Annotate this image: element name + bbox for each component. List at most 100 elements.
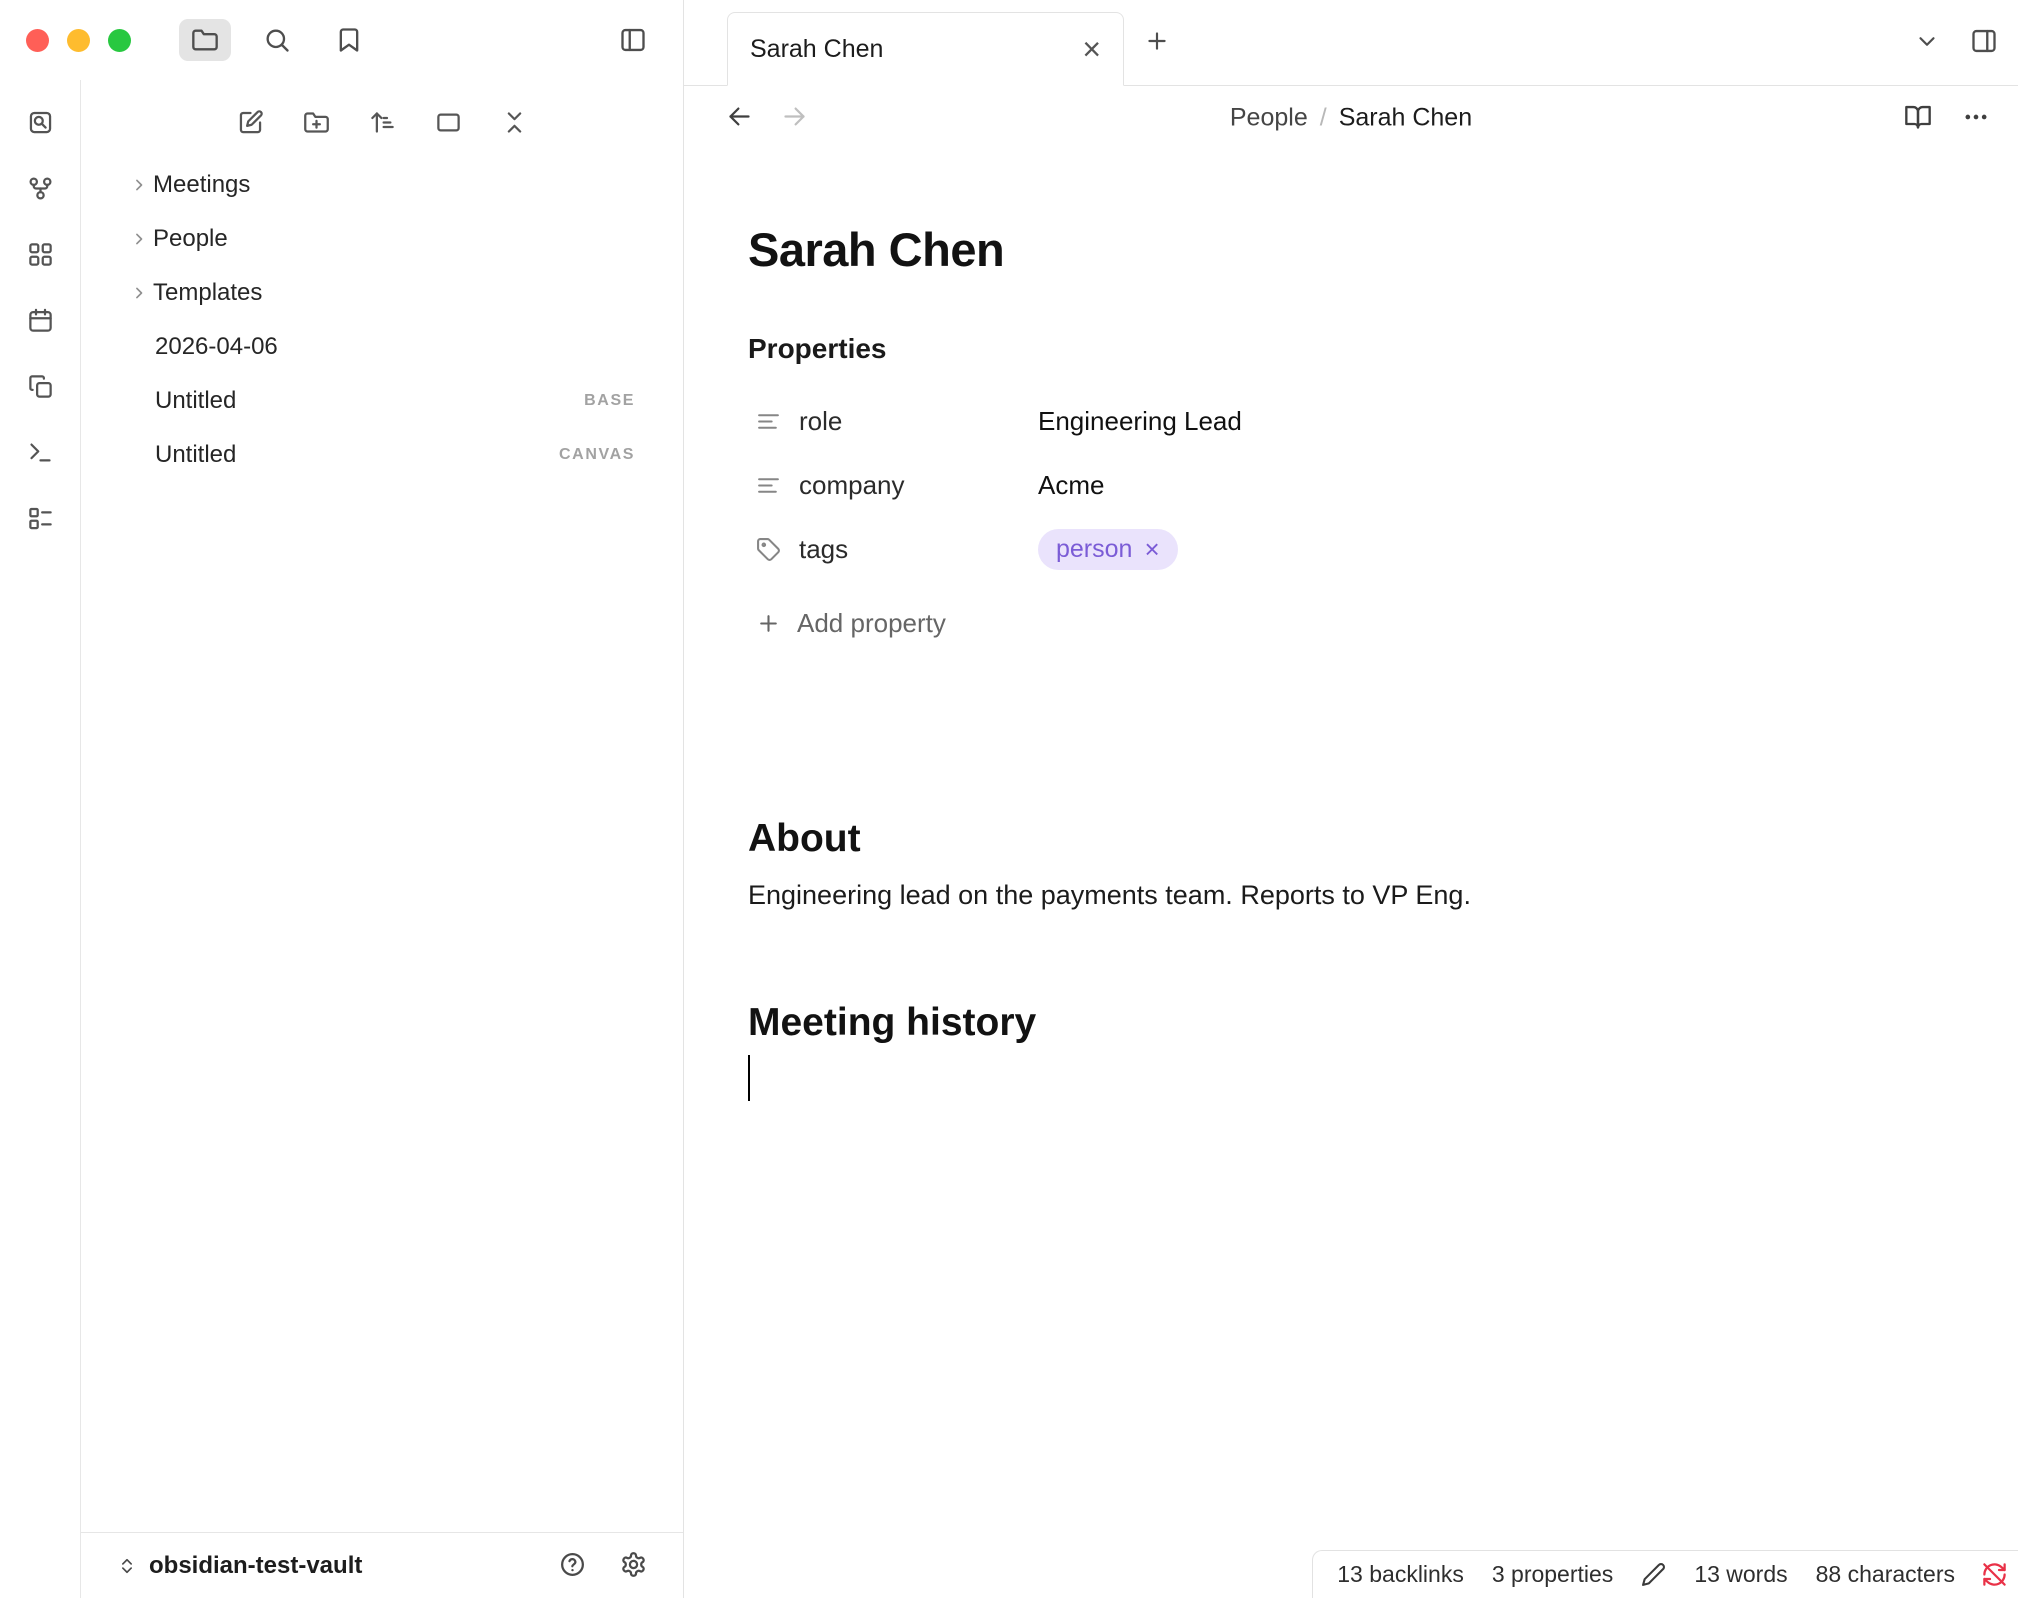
tree-item-label: Untitled	[155, 387, 236, 415]
new-note-button[interactable]	[236, 108, 264, 136]
navigate-forward-button[interactable]	[781, 103, 808, 133]
book-open-icon	[1904, 103, 1932, 131]
titlebar	[0, 0, 683, 80]
bookmark-icon	[335, 26, 363, 54]
layout-list-ribbon-button[interactable]	[26, 504, 54, 532]
terminal-ribbon-button[interactable]	[26, 438, 54, 466]
reading-view-button[interactable]	[1904, 103, 1932, 134]
meeting-history-heading[interactable]: Meeting history	[748, 1001, 1958, 1045]
vault-switcher[interactable]: obsidian-test-vault	[117, 1552, 362, 1580]
file-search-ribbon-button[interactable]	[26, 108, 54, 136]
view-actions	[1904, 103, 1990, 134]
word-count: 13 words	[1694, 1561, 1787, 1588]
about-body[interactable]: Engineering lead on the payments team. R…	[748, 877, 1958, 913]
toggle-left-sidebar-button[interactable]	[607, 19, 659, 61]
plus-icon	[1144, 28, 1170, 54]
character-count: 88 characters	[1816, 1561, 1955, 1588]
plus-icon	[756, 611, 781, 636]
files-tab-button[interactable]	[179, 19, 231, 61]
backlinks-status[interactable]: 13 backlinks	[1337, 1561, 1464, 1588]
help-button[interactable]	[559, 1551, 586, 1581]
minimize-window-button[interactable]	[67, 29, 90, 52]
left-sidebar: Meetings People Templates	[0, 0, 684, 1598]
property-value[interactable]: Engineering Lead	[1038, 406, 1242, 437]
add-property-button[interactable]: Add property	[748, 591, 1958, 655]
property-row-tags: tags person ×	[748, 517, 1958, 581]
tree-item-daily-note[interactable]: 2026-04-06	[93, 320, 671, 374]
settings-button[interactable]	[620, 1551, 647, 1581]
sidebar-tab-switcher	[179, 19, 375, 61]
navigate-back-button[interactable]	[726, 103, 753, 133]
copy-ribbon-button[interactable]	[26, 372, 54, 400]
breadcrumb-parent[interactable]: People	[1230, 104, 1308, 133]
layout-grid-ribbon-button[interactable]	[26, 240, 54, 268]
property-value[interactable]: Acme	[1038, 470, 1104, 501]
ellipsis-icon	[1962, 103, 1990, 131]
sort-ascending-icon	[369, 109, 396, 136]
breadcrumb-separator: /	[1320, 104, 1327, 133]
search-tab-button[interactable]	[251, 19, 303, 61]
close-tab-button[interactable]: ×	[1076, 33, 1107, 65]
property-row-role: role Engineering Lead	[748, 389, 1958, 453]
collapse-all-icon	[501, 109, 528, 136]
tree-item-label: Meetings	[153, 171, 250, 199]
close-window-button[interactable]	[26, 29, 49, 52]
vault-actions	[559, 1551, 647, 1581]
arrow-left-icon	[726, 103, 753, 130]
properties-status[interactable]: 3 properties	[1492, 1561, 1613, 1588]
new-folder-icon	[303, 109, 330, 136]
bookmarks-tab-button[interactable]	[323, 19, 375, 61]
chevron-right-icon	[129, 283, 149, 303]
properties-section: Properties role Engineering Lead	[748, 333, 1958, 655]
new-tab-button[interactable]	[1144, 28, 1170, 57]
graph-ribbon-button[interactable]	[26, 174, 54, 202]
left-body: Meetings People Templates	[0, 80, 683, 1598]
file-explorer: Meetings People Templates	[81, 80, 683, 1598]
property-key[interactable]: company	[756, 470, 1038, 501]
breadcrumb: People / Sarah Chen	[1230, 104, 1472, 133]
pencil-icon	[1641, 1562, 1666, 1587]
calendar-ribbon-button[interactable]	[26, 306, 54, 334]
breadcrumb-current[interactable]: Sarah Chen	[1339, 104, 1472, 133]
graph-icon	[27, 175, 54, 202]
tree-item-people[interactable]: People	[93, 212, 671, 266]
help-circle-icon	[559, 1551, 586, 1578]
view-header: People / Sarah Chen	[684, 86, 2018, 150]
about-heading[interactable]: About	[748, 817, 1958, 861]
frame-icon	[435, 109, 462, 136]
frame-button[interactable]	[434, 108, 462, 136]
text-property-icon	[756, 409, 781, 434]
terminal-icon	[27, 439, 54, 466]
remove-tag-icon[interactable]: ×	[1144, 536, 1159, 562]
collapse-all-button[interactable]	[500, 108, 528, 136]
property-key-label: role	[799, 406, 842, 437]
tree-item-templates[interactable]: Templates	[93, 266, 671, 320]
new-folder-button[interactable]	[302, 108, 330, 136]
tree-item-label: 2026-04-06	[155, 333, 278, 361]
tab-sarah-chen[interactable]: Sarah Chen ×	[727, 12, 1124, 86]
property-value: person ×	[1038, 529, 1178, 570]
sort-order-button[interactable]	[368, 108, 396, 136]
tab-list-button[interactable]	[1914, 27, 1940, 58]
tree-item-label: Templates	[153, 279, 262, 307]
explorer-toolbar	[81, 80, 683, 136]
file-search-icon	[27, 109, 54, 136]
toggle-right-sidebar-button[interactable]	[1970, 27, 1998, 58]
properties-heading: Properties	[748, 333, 1958, 365]
panel-right-icon	[1970, 27, 1998, 55]
tree-item-untitled-canvas[interactable]: Untitled CANVAS	[93, 428, 671, 482]
tag-pill-person[interactable]: person ×	[1038, 529, 1178, 570]
property-key[interactable]: role	[756, 406, 1038, 437]
file-tree: Meetings People Templates	[81, 158, 683, 482]
text-cursor	[748, 1055, 750, 1101]
note-title[interactable]: Sarah Chen	[748, 222, 1958, 277]
sync-error-icon[interactable]	[1981, 1561, 2008, 1588]
tree-item-meetings[interactable]: Meetings	[93, 158, 671, 212]
note-editor[interactable]: Sarah Chen Properties role Engineering L…	[684, 150, 2018, 1598]
zoom-window-button[interactable]	[108, 29, 131, 52]
property-key[interactable]: tags	[756, 534, 1038, 565]
tree-item-untitled-base[interactable]: Untitled BASE	[93, 374, 671, 428]
add-property-label: Add property	[797, 608, 946, 639]
tab-bar-actions	[1914, 27, 1998, 58]
more-options-button[interactable]	[1962, 103, 1990, 134]
